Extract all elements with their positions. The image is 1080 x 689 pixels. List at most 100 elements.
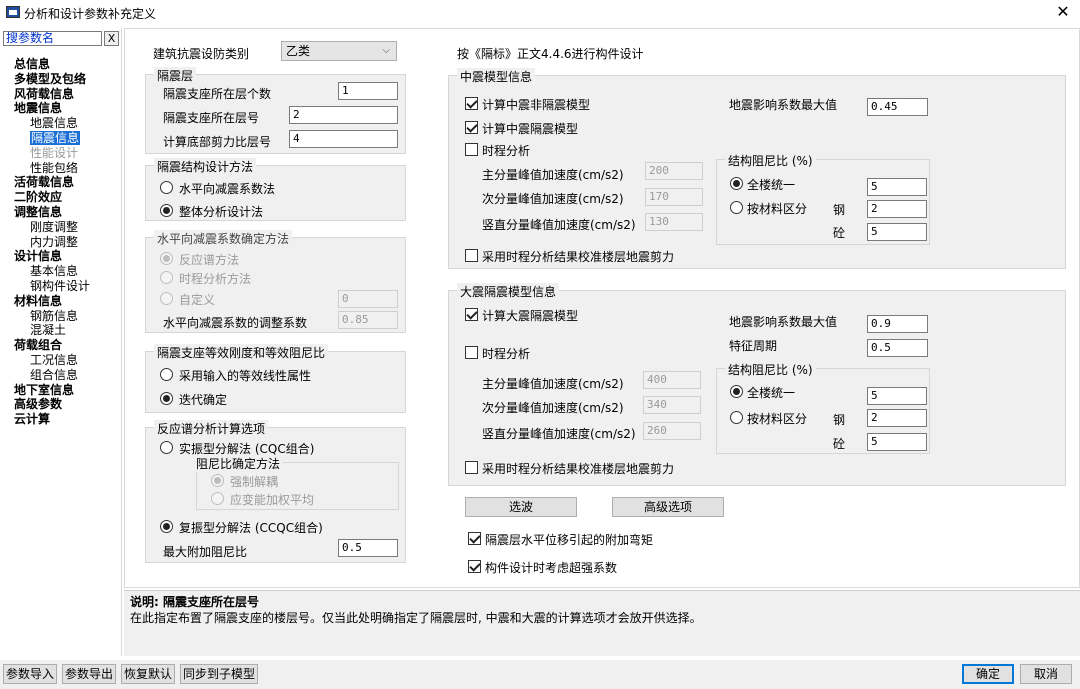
chevron-down-icon: ⌵ <box>382 45 390 56</box>
mid-damp-uniform-input[interactable]: 5 <box>867 178 927 196</box>
mid-calibrate-checkbox[interactable] <box>465 249 478 262</box>
damping-radio-1[interactable] <box>211 474 224 487</box>
damping-label-1: 强制解耦 <box>230 475 279 489</box>
large-steel-input[interactable]: 2 <box>867 409 927 427</box>
max-damping-input[interactable]: 0.5 <box>338 539 398 557</box>
mid-isolated-checkbox[interactable] <box>465 121 478 134</box>
iso-floor-input[interactable]: 2 <box>289 106 398 124</box>
large-isolated-label: 计算大震隔震模型 <box>482 309 579 323</box>
mid-damp-material-radio[interactable] <box>730 201 743 214</box>
large-damp-uniform-radio[interactable] <box>730 385 743 398</box>
spectrum-radio-cqc[interactable] <box>160 441 173 454</box>
nav-item[interactable]: 地震信息 <box>30 116 78 130</box>
nav-item[interactable]: 总信息 <box>14 57 50 71</box>
large-period-input[interactable]: 0.5 <box>867 339 928 357</box>
mid-main-acc-input[interactable]: 200 <box>645 162 703 180</box>
nav-item[interactable]: 工况信息 <box>30 353 78 367</box>
large-timehistory-checkbox[interactable] <box>465 346 478 359</box>
category-select[interactable]: 乙类 ⌵ <box>281 41 397 61</box>
reduction-custom-input[interactable]: 0 <box>338 290 398 308</box>
advanced-options-button[interactable]: 高级选项 <box>612 497 724 517</box>
extra-moment-checkbox[interactable] <box>468 532 481 545</box>
nav-item[interactable]: 设计信息 <box>14 249 62 263</box>
design-method-radio-1[interactable] <box>160 181 173 194</box>
damping-method-group: 阻尼比确定方法 强制解耦 应变能加权平均 <box>193 455 399 510</box>
mid-sec-acc-input[interactable]: 170 <box>645 188 703 206</box>
reduction-radio-3[interactable] <box>160 292 173 305</box>
mid-coef-input[interactable]: 0.45 <box>867 98 928 116</box>
large-damp-uniform-label: 全楼统一 <box>747 386 796 400</box>
iso-count-input[interactable]: 1 <box>338 82 398 100</box>
nav-item[interactable]: 荷载组合 <box>14 338 62 352</box>
shear-ratio-input[interactable]: 4 <box>289 130 398 148</box>
mid-steel-label: 钢 <box>833 203 846 217</box>
export-params-button[interactable]: 参数导出 <box>62 664 116 684</box>
overstrength-checkbox[interactable] <box>468 560 481 573</box>
nav-item[interactable]: 风荷载信息 <box>14 87 74 101</box>
nav-item[interactable]: 混凝土 <box>30 323 66 337</box>
damping-label-2: 应变能加权平均 <box>230 493 315 507</box>
nav-item[interactable]: 高级参数 <box>14 397 62 411</box>
nav-item[interactable]: 隔震信息 <box>30 131 81 145</box>
reduction-radio-2[interactable] <box>160 271 173 284</box>
damping-radio-2[interactable] <box>211 492 224 505</box>
close-icon[interactable]: ✕ <box>1052 2 1074 22</box>
mid-concrete-input[interactable]: 5 <box>867 223 927 241</box>
large-calibrate-checkbox[interactable] <box>465 461 478 474</box>
large-concrete-input[interactable]: 5 <box>867 433 927 451</box>
nav-item[interactable]: 钢筋信息 <box>30 309 78 323</box>
nav-item[interactable]: 材料信息 <box>14 294 62 308</box>
nav-item[interactable]: 内力调整 <box>30 235 78 249</box>
nav-item[interactable]: 地震信息 <box>14 101 62 115</box>
large-damp-uniform-input[interactable]: 5 <box>867 387 927 405</box>
nav-item[interactable]: 地下室信息 <box>14 383 74 397</box>
search-clear-button[interactable]: X <box>104 31 119 46</box>
cancel-button[interactable]: 取消 <box>1020 664 1072 684</box>
spectrum-radio-ccqc[interactable] <box>160 520 173 533</box>
large-damp-material-radio[interactable] <box>730 411 743 424</box>
select-wave-button[interactable]: 选波 <box>465 497 577 517</box>
large-sec-acc-input[interactable]: 340 <box>643 396 701 414</box>
large-isolated-checkbox[interactable] <box>465 308 478 321</box>
large-vert-acc-input[interactable]: 260 <box>643 422 701 440</box>
mid-damp-uniform-radio[interactable] <box>730 177 743 190</box>
mid-timehistory-label: 时程分析 <box>482 144 531 158</box>
mid-timehistory-checkbox[interactable] <box>465 143 478 156</box>
import-params-button[interactable]: 参数导入 <box>3 664 57 684</box>
large-main-acc-input[interactable]: 400 <box>643 371 701 389</box>
mid-coef-label: 地震影响系数最大值 <box>729 98 838 112</box>
description-title: 说明: 隔震支座所在层号 <box>130 595 259 609</box>
nav-item[interactable]: 钢构件设计 <box>30 279 90 293</box>
extra-moment-label: 隔震层水平位移引起的附加弯矩 <box>485 533 654 547</box>
large-eq-group: 大震隔震模型信息 计算大震隔震模型 时程分析 地震影响系数最大值 0.9 特征周… <box>448 283 1066 486</box>
description-text: 在此指定布置了隔震支座的楼层号。仅当此处明确指定了隔震层时, 中震和大震的计算选… <box>130 611 702 625</box>
nav-item[interactable]: 基本信息 <box>30 264 78 278</box>
nav-item[interactable]: 性能包络 <box>30 161 78 175</box>
nav-item[interactable]: 多模型及包络 <box>14 72 86 86</box>
reduction-title: 水平向减震系数确定方法 <box>154 230 293 247</box>
large-coef-input[interactable]: 0.9 <box>867 315 928 333</box>
ok-button[interactable]: 确定 <box>962 664 1014 684</box>
nav-item[interactable]: 组合信息 <box>30 368 78 382</box>
nav-item[interactable]: 调整信息 <box>14 205 62 219</box>
mid-steel-input[interactable]: 2 <box>867 200 927 218</box>
nav-item[interactable]: 二阶效应 <box>14 190 62 204</box>
nav-item[interactable]: 性能设计 <box>30 146 78 160</box>
mid-damping-title: 结构阻尼比 (%) <box>725 152 816 169</box>
search-input[interactable]: 搜参数名 <box>3 31 102 46</box>
shear-ratio-label: 计算底部剪力比层号 <box>163 135 272 149</box>
mid-damp-uniform-label: 全楼统一 <box>747 178 796 192</box>
stiffness-radio-2[interactable] <box>160 392 173 405</box>
mid-vert-acc-input[interactable]: 130 <box>645 213 703 231</box>
reduction-adjust-input[interactable]: 0.85 <box>338 311 398 329</box>
mid-nonisolated-checkbox[interactable] <box>465 97 478 110</box>
mid-concrete-label: 砼 <box>833 226 846 240</box>
reduction-radio-1[interactable] <box>160 252 173 265</box>
nav-item[interactable]: 云计算 <box>14 412 50 426</box>
nav-item[interactable]: 活荷载信息 <box>14 175 74 189</box>
nav-item[interactable]: 刚度调整 <box>30 220 78 234</box>
sync-submodel-button[interactable]: 同步到子模型 <box>180 664 258 684</box>
design-method-radio-2[interactable] <box>160 204 173 217</box>
restore-default-button[interactable]: 恢复默认 <box>121 664 175 684</box>
stiffness-radio-1[interactable] <box>160 368 173 381</box>
